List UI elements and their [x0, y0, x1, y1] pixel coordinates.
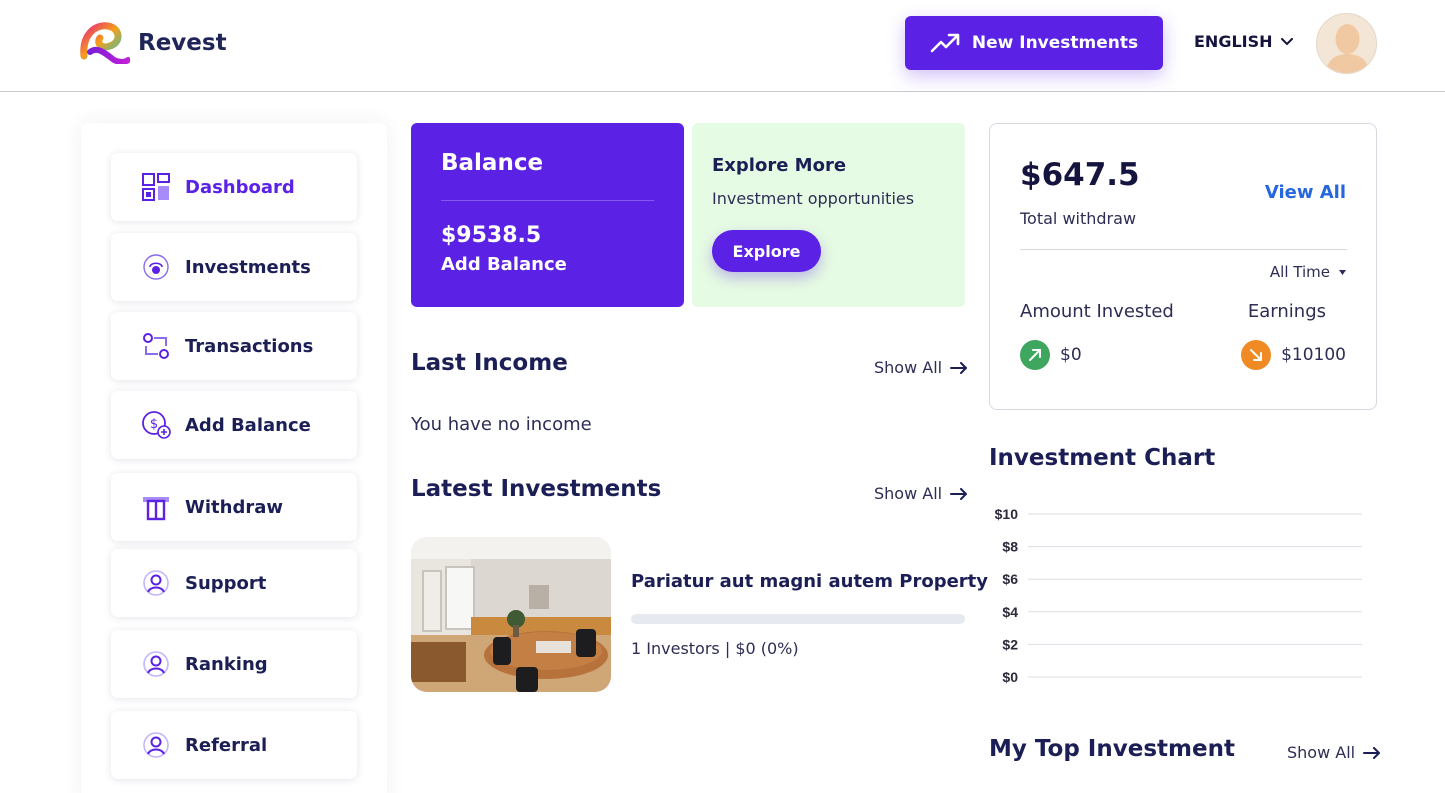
chart-y-tick-label: $4 [1002, 604, 1018, 620]
explore-card: Explore More Investment opportunities Ex… [692, 123, 965, 307]
sidebar-item-support[interactable]: Support [111, 549, 357, 617]
explore-button[interactable]: Explore [712, 230, 821, 272]
chart-y-tick-label: $6 [1002, 571, 1018, 587]
sidebar-item-dashboard[interactable]: Dashboard [111, 153, 357, 221]
latest-investments-title: Latest Investments [411, 476, 662, 502]
top-header: Revest New Investments ENGLISH [0, 0, 1445, 92]
investment-property-image[interactable] [411, 537, 611, 692]
arrow-down-right-icon [1241, 340, 1272, 370]
chart-y-tick-label: $2 [1002, 636, 1018, 652]
earnings-stat: $10100 [1241, 340, 1346, 370]
top-investment-show-all[interactable]: Show All [1287, 743, 1381, 762]
investments-icon [141, 252, 171, 282]
trending-up-icon [930, 33, 960, 53]
earnings-label: Earnings [1247, 301, 1326, 322]
transactions-icon [141, 331, 171, 361]
balance-card: Balance $9538.5 Add Balance [411, 123, 684, 307]
show-all-label: Show All [874, 484, 943, 503]
arrow-right-icon [950, 487, 968, 500]
avatar-image [1317, 14, 1376, 73]
withdraw-icon [141, 492, 171, 522]
sidebar-item-label: Ranking [185, 653, 268, 675]
chart-y-tick-label: $10 [995, 506, 1019, 522]
divider [441, 200, 654, 201]
arrow-right-icon [1363, 746, 1381, 759]
investment-name[interactable]: Pariatur aut magni autem Property [631, 571, 988, 592]
time-filter-label: All Time [1269, 263, 1330, 281]
last-income-title: Last Income [411, 350, 568, 376]
divider [1020, 249, 1347, 250]
sidebar: Dashboard Investments Transactions $ Add… [81, 123, 387, 793]
amount-invested-label: Amount Invested [1020, 301, 1174, 322]
withdraw-summary-card: $647.5 Total withdraw View All All Time … [989, 123, 1377, 410]
latest-investments-show-all[interactable]: Show All [874, 484, 968, 503]
language-label: ENGLISH [1194, 32, 1273, 51]
balance-amount: $9538.5 [441, 223, 542, 248]
view-all-link[interactable]: View All [1265, 182, 1346, 203]
add-balance-link[interactable]: Add Balance [441, 254, 567, 275]
dashboard-icon [141, 172, 171, 202]
sidebar-item-label: Referral [185, 734, 268, 756]
user-avatar[interactable] [1316, 13, 1377, 74]
show-all-label: Show All [1287, 743, 1356, 762]
sidebar-item-label: Add Balance [185, 414, 311, 436]
sidebar-item-label: Transactions [185, 335, 314, 357]
arrow-right-icon [950, 361, 968, 374]
user-icon [141, 730, 171, 760]
chart-y-tick-label: $0 [1002, 669, 1018, 685]
sidebar-item-label: Investments [185, 256, 311, 278]
svg-text:$: $ [150, 417, 158, 432]
investment-meta: 1 Investors | $0 (0%) [631, 639, 799, 658]
arrow-up-right-icon [1020, 340, 1050, 370]
amount-invested-stat: $0 [1020, 340, 1082, 370]
total-withdraw-amount: $647.5 [1020, 157, 1140, 193]
brand-name: Revest [138, 30, 227, 56]
sidebar-item-transactions[interactable]: Transactions [111, 312, 357, 380]
chevron-down-icon [1280, 37, 1293, 45]
office-room-image [411, 537, 611, 692]
caret-down-icon [1339, 269, 1346, 275]
investment-chart-title: Investment Chart [989, 445, 1216, 471]
earnings-value: $10100 [1281, 345, 1346, 365]
sidebar-item-label: Dashboard [185, 176, 295, 198]
brand-logo[interactable]: Revest [80, 22, 227, 64]
total-withdraw-label: Total withdraw [1020, 209, 1137, 228]
language-selector[interactable]: ENGLISH [1194, 32, 1293, 51]
explore-subtitle: Investment opportunities [712, 189, 915, 208]
last-income-show-all[interactable]: Show All [874, 358, 968, 377]
new-investments-button[interactable]: New Investments [905, 16, 1163, 70]
sidebar-item-add-balance[interactable]: $ Add Balance [111, 391, 357, 459]
user-icon [141, 649, 171, 679]
my-top-investment-title: My Top Investment [989, 736, 1235, 762]
sidebar-item-label: Withdraw [185, 496, 283, 518]
user-icon [141, 568, 171, 598]
no-income-text: You have no income [411, 414, 592, 435]
new-investments-label: New Investments [971, 33, 1139, 53]
show-all-label: Show All [874, 358, 943, 377]
time-filter-dropdown[interactable]: All Time [1270, 263, 1346, 281]
sidebar-item-withdraw[interactable]: Withdraw [111, 473, 357, 541]
sidebar-item-investments[interactable]: Investments [111, 233, 357, 301]
chart-y-tick-label: $8 [1002, 539, 1018, 555]
amount-invested-value: $0 [1060, 345, 1082, 365]
add-balance-icon: $ [141, 410, 171, 440]
sidebar-item-referral[interactable]: Referral [111, 711, 357, 779]
sidebar-item-label: Support [185, 572, 267, 594]
sidebar-item-ranking[interactable]: Ranking [111, 630, 357, 698]
investment-progress-bar [631, 614, 965, 624]
investment-chart: $10 $8 $6 $4 $2 $0 [995, 506, 1362, 685]
explore-title: Explore More [712, 155, 847, 176]
balance-title: Balance [441, 150, 544, 176]
revest-logo-icon [80, 22, 130, 64]
